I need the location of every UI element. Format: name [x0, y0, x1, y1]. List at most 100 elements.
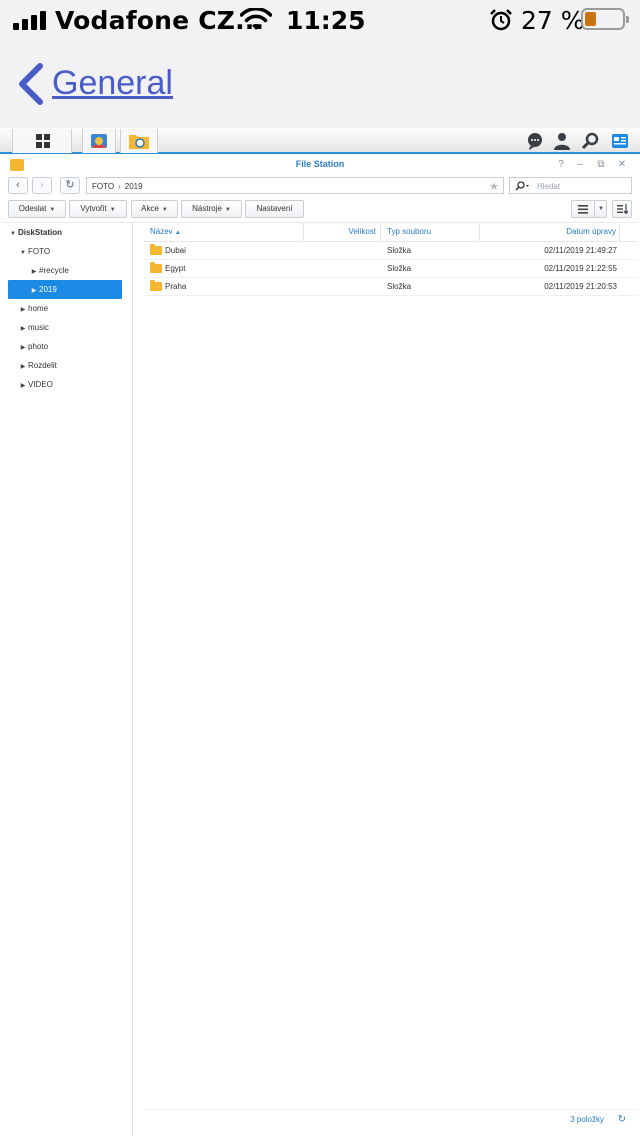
- window-title-bar: File Station ? – ⧉ ✕: [2, 156, 638, 174]
- column-label: Název: [150, 227, 173, 236]
- back-button[interactable]: General: [52, 64, 173, 103]
- refresh-button[interactable]: ↻: [60, 177, 80, 194]
- caret-down-icon: ▼: [109, 207, 116, 213]
- tree-item-foto[interactable]: ▼ FOTO: [18, 242, 126, 261]
- widgets-icon[interactable]: [611, 132, 629, 150]
- search-input[interactable]: Hledat: [509, 177, 632, 194]
- sort-icon: [617, 204, 628, 214]
- path-segment[interactable]: FOTO: [92, 182, 114, 191]
- navigation-bar: General: [0, 42, 640, 128]
- column-label: Datum úpravy: [566, 227, 616, 236]
- tree-item-2019[interactable]: ▶ 2019: [8, 280, 122, 299]
- path-separator-icon: ›: [118, 182, 121, 191]
- control-panel-button[interactable]: [82, 129, 116, 153]
- file-row[interactable]: Dubai Složka 02/11/2019 21:49:27: [144, 242, 638, 260]
- tree-item-label: Rozdelit: [28, 361, 57, 370]
- view-mode-button[interactable]: ▼: [571, 200, 607, 218]
- battery-percent: 27 %: [521, 6, 585, 35]
- minimize-icon[interactable]: –: [574, 159, 586, 170]
- tree-item-label: #recycle: [39, 266, 69, 275]
- sort-ascending-icon: ▲: [174, 230, 181, 236]
- upload-button[interactable]: Odeslat ▼: [8, 200, 66, 218]
- action-button[interactable]: Akce ▼: [131, 200, 178, 218]
- tree-item-rozdelit[interactable]: ▶ Rozdelit: [18, 356, 126, 375]
- file-list: Název ▲ Velikost Typ souboru Datum úprav…: [144, 223, 638, 1136]
- favorite-star-icon[interactable]: ★: [489, 180, 499, 193]
- folder-tree: ▼ DiskStation ▼ FOTO ▶ #recycle ▶ 2019 ▶ home…: [2, 223, 133, 1136]
- tree-item-recycle[interactable]: ▶ #recycle: [29, 261, 122, 280]
- folder-icon: [150, 262, 162, 273]
- window-title: File Station: [295, 159, 345, 169]
- action-label: Akce: [141, 204, 159, 213]
- chevron-right-icon: ›: [40, 179, 44, 191]
- dsm-taskbar: [0, 128, 640, 154]
- caret-down-icon: ▼: [49, 207, 56, 213]
- refresh-icon[interactable]: ↻: [618, 1114, 626, 1125]
- settings-button[interactable]: Nastavení: [245, 200, 304, 218]
- file-row[interactable]: Praha Složka 02/11/2019 21:20:53: [144, 278, 638, 296]
- folder-icon: [150, 244, 162, 255]
- user-icon[interactable]: [553, 132, 571, 150]
- file-name: Praha: [165, 282, 187, 291]
- file-modified: 02/11/2019 21:49:27: [544, 246, 617, 255]
- search-placeholder: Hledat: [537, 182, 561, 191]
- file-modified: 02/11/2019 21:20:53: [544, 282, 617, 291]
- sort-button[interactable]: [612, 200, 632, 218]
- main-menu-button[interactable]: [12, 129, 72, 153]
- restore-icon[interactable]: ⧉: [595, 159, 607, 170]
- clock: 11:25: [286, 6, 366, 35]
- column-header-type[interactable]: Typ souboru: [381, 223, 480, 241]
- help-icon[interactable]: ?: [555, 159, 567, 170]
- close-icon[interactable]: ✕: [616, 159, 628, 170]
- path-segment[interactable]: 2019: [125, 182, 143, 191]
- status-footer: 3 položky ↻: [144, 1109, 638, 1131]
- tree-item-label: VIDEO: [28, 380, 53, 389]
- tree-item-diskstation[interactable]: ▼ DiskStation: [8, 223, 126, 242]
- caret-down-icon: ▼: [161, 207, 168, 213]
- tree-item-label: music: [28, 323, 49, 332]
- tree-item-label: photo: [28, 342, 49, 351]
- tree-item-photo[interactable]: ▶ photo: [18, 337, 126, 356]
- create-button[interactable]: Vytvořit ▼: [69, 200, 127, 218]
- column-header-size[interactable]: Velikost: [304, 223, 381, 241]
- file-station-taskbar-button[interactable]: [120, 129, 158, 153]
- wifi-icon: [240, 8, 272, 30]
- column-label: Velikost: [348, 227, 376, 236]
- settings-label: Nastavení: [256, 204, 293, 213]
- column-header-modified[interactable]: Datum úpravy: [480, 223, 620, 241]
- file-name: Dubai: [165, 246, 186, 255]
- alarm-icon: [490, 9, 512, 31]
- collapsed-arrow-icon: ▶: [20, 383, 26, 389]
- column-header-name[interactable]: Název ▲: [144, 223, 304, 241]
- list-view-icon: [578, 205, 588, 214]
- control-panel-icon: [91, 134, 107, 148]
- chat-icon[interactable]: [526, 132, 544, 150]
- file-name: Egypt: [165, 264, 186, 273]
- tools-label: Nástroje: [192, 204, 222, 213]
- file-modified: 02/11/2019 21:22:55: [544, 264, 617, 273]
- file-type: Složka: [387, 282, 412, 291]
- file-row[interactable]: Egypt Složka 02/11/2019 21:22:55: [144, 260, 638, 278]
- path-bar[interactable]: FOTO › 2019 ★: [86, 177, 504, 194]
- column-label: Typ souboru: [387, 227, 432, 236]
- expanded-arrow-icon: ▼: [20, 250, 26, 256]
- back-chevron-icon[interactable]: [16, 62, 46, 106]
- tree-item-music[interactable]: ▶ music: [18, 318, 126, 337]
- expanded-arrow-icon: ▼: [10, 231, 16, 237]
- file-station-icon: [129, 135, 149, 149]
- main-menu-icon: [36, 134, 50, 148]
- tree-item-label: 2019: [39, 285, 57, 294]
- tools-button[interactable]: Nástroje ▼: [181, 200, 242, 218]
- carrier-name: Vodafone CZ...: [55, 6, 265, 35]
- tree-item-label: home: [28, 304, 49, 313]
- item-count: 3 položky: [570, 1115, 604, 1124]
- chevron-left-icon: ‹: [16, 179, 20, 191]
- tree-item-video[interactable]: ▶ VIDEO: [18, 375, 126, 394]
- search-icon[interactable]: [582, 132, 600, 150]
- back-nav-button[interactable]: ‹: [8, 177, 28, 194]
- create-label: Vytvořit: [80, 204, 107, 213]
- upload-label: Odeslat: [18, 204, 47, 213]
- tree-item-home[interactable]: ▶ home: [18, 299, 126, 318]
- tree-item-label: DiskStation: [18, 228, 63, 237]
- forward-nav-button[interactable]: ›: [32, 177, 52, 194]
